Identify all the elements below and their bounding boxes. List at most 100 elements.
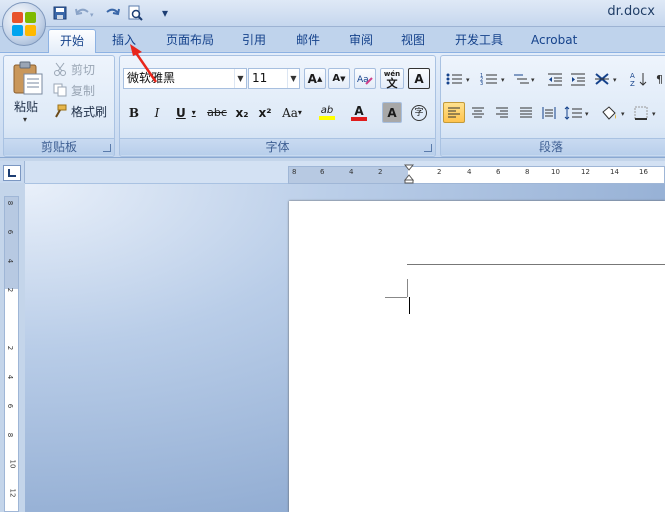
clipboard-launcher-icon[interactable] xyxy=(103,144,111,152)
print-preview-icon[interactable] xyxy=(126,3,144,23)
bullets-button[interactable]: ▾ xyxy=(443,68,477,89)
font-launcher-icon[interactable] xyxy=(424,144,432,152)
svg-text:▾: ▾ xyxy=(466,76,470,84)
vertical-ruler-tick: 10 xyxy=(8,459,17,469)
paste-button[interactable]: 粘贴 ▾ xyxy=(8,58,48,128)
highlight-icon: ab xyxy=(320,104,334,116)
phonetic-guide-button[interactable]: wén 文 xyxy=(380,68,404,89)
change-case-button[interactable]: Aa ▾ xyxy=(278,102,306,123)
svg-text:A: A xyxy=(630,72,635,80)
svg-text:▾: ▾ xyxy=(531,76,535,84)
svg-text:¶: ¶ xyxy=(656,73,663,86)
cut-label: 剪切 xyxy=(71,62,96,77)
office-button[interactable] xyxy=(2,2,46,46)
header-line xyxy=(407,264,665,265)
svg-text:▾: ▾ xyxy=(90,11,94,19)
margin-corner-mark xyxy=(385,297,407,298)
shrink-font-icon: A xyxy=(332,73,341,84)
vertical-ruler-tick: 6 xyxy=(6,229,15,235)
font-size-dropdown-icon[interactable]: ▼ xyxy=(287,69,299,88)
align-center-button[interactable] xyxy=(467,102,489,123)
copy-button[interactable]: 复制 xyxy=(53,81,113,99)
align-center-icon xyxy=(472,107,484,117)
chinese-layout-icon: ▾ xyxy=(595,72,617,85)
clipboard-group-label: 剪贴板 xyxy=(4,138,114,155)
distributed-button[interactable] xyxy=(539,102,559,123)
sort-button[interactable]: AZ xyxy=(628,68,650,89)
multilevel-list-button[interactable]: ▾ xyxy=(512,68,540,89)
format-painter-button[interactable]: 格式刷 xyxy=(53,102,115,120)
strikethrough-button[interactable]: abc xyxy=(204,102,230,123)
vertical-ruler-tick: 8 xyxy=(6,200,15,206)
vertical-ruler-tick: 2 xyxy=(6,345,15,351)
tab-view[interactable]: 视图 xyxy=(395,30,431,51)
align-right-button[interactable] xyxy=(491,102,513,123)
italic-button[interactable]: I xyxy=(148,102,166,123)
ruler-top-margin xyxy=(5,197,18,289)
paint-bucket-icon: ▾ xyxy=(602,105,625,120)
vertical-ruler[interactable]: 8 6 4 2 2 4 6 8 10 12 xyxy=(4,196,19,512)
bold-button[interactable]: B xyxy=(124,102,144,123)
numbering-button[interactable]: 1 2 3 ▾ xyxy=(478,68,512,89)
indent-marker-icon[interactable] xyxy=(404,164,414,184)
enclose-characters-button[interactable]: 字 xyxy=(408,102,430,123)
tab-developer[interactable]: 开发工具 xyxy=(449,30,509,51)
bullets-icon: ▾ xyxy=(446,73,470,84)
underline-button[interactable]: U ▾ xyxy=(170,102,200,123)
font-size-combo[interactable]: 11 ▼ xyxy=(248,68,300,89)
justify-button[interactable] xyxy=(515,102,537,123)
character-border-button[interactable]: A xyxy=(408,68,430,89)
cut-button[interactable]: 剪切 xyxy=(53,60,113,78)
shrink-font-button[interactable]: A ▼ xyxy=(328,68,350,89)
vertical-ruler-tick: 6 xyxy=(6,403,15,409)
left-tab-icon xyxy=(8,169,16,177)
borders-icon: ▾ xyxy=(634,106,656,120)
show-marks-button[interactable]: ¶ xyxy=(654,68,665,89)
document-page[interactable] xyxy=(289,201,665,512)
window-title: dr.docx xyxy=(607,4,655,19)
tab-acrobat[interactable]: Acrobat xyxy=(525,30,583,51)
horizontal-ruler[interactable]: 8 6 4 2 2 4 6 8 10 12 14 16 xyxy=(288,164,665,184)
font-name-dropdown-icon[interactable]: ▼ xyxy=(234,69,246,88)
chinese-layout-button[interactable]: ▾ xyxy=(592,68,624,89)
redo-icon[interactable] xyxy=(104,3,122,23)
paragraph-group-label: 段落 xyxy=(441,138,665,155)
office-logo-icon xyxy=(12,12,36,36)
font-group-label: 字体 xyxy=(120,138,435,155)
pilcrow-icon: ¶ xyxy=(656,73,663,86)
tab-selector-button[interactable] xyxy=(3,165,21,181)
character-shading-button[interactable]: A xyxy=(382,102,402,123)
tab-references[interactable]: 引用 xyxy=(236,30,272,51)
tab-home[interactable]: 开始 xyxy=(48,29,96,53)
tab-review[interactable]: 审阅 xyxy=(343,30,379,51)
vertical-ruler-tick: 8 xyxy=(6,432,15,438)
clear-formatting-button[interactable]: Aa xyxy=(354,68,376,89)
paste-label: 粘贴 xyxy=(14,100,39,114)
line-spacing-icon: ▾ xyxy=(564,105,589,120)
increase-indent-icon xyxy=(571,73,585,85)
customize-qat-button[interactable]: ▾ xyxy=(158,3,172,23)
font-color-button[interactable]: A xyxy=(344,102,374,123)
vertical-ruler-tick: 4 xyxy=(6,258,15,264)
line-spacing-button[interactable]: ▾ xyxy=(562,102,594,123)
subscript-button[interactable]: x₂ xyxy=(232,102,252,123)
svg-text:▾: ▾ xyxy=(585,110,589,118)
decrease-indent-button[interactable] xyxy=(545,68,565,89)
multilevel-list-icon: ▾ xyxy=(514,74,535,84)
grow-font-button[interactable]: A ▲ xyxy=(304,68,326,89)
borders-button[interactable]: ▾ xyxy=(632,102,664,123)
svg-text:▾: ▾ xyxy=(621,110,625,118)
tab-page-layout[interactable]: 页面布局 xyxy=(160,30,220,51)
increase-indent-button[interactable] xyxy=(568,68,588,89)
save-icon[interactable] xyxy=(52,3,68,23)
align-left-icon xyxy=(448,107,460,117)
highlight-button[interactable]: ab xyxy=(310,102,344,123)
tab-mailings[interactable]: 邮件 xyxy=(290,30,326,51)
undo-icon[interactable]: ▾ xyxy=(72,3,98,23)
superscript-button[interactable]: x² xyxy=(255,102,275,123)
grow-font-icon: A xyxy=(307,71,317,86)
shading-button[interactable]: ▾ xyxy=(598,102,630,123)
align-left-button[interactable] xyxy=(443,102,465,123)
vertical-ruler-tick: 4 xyxy=(6,374,15,380)
justify-icon xyxy=(520,107,532,117)
